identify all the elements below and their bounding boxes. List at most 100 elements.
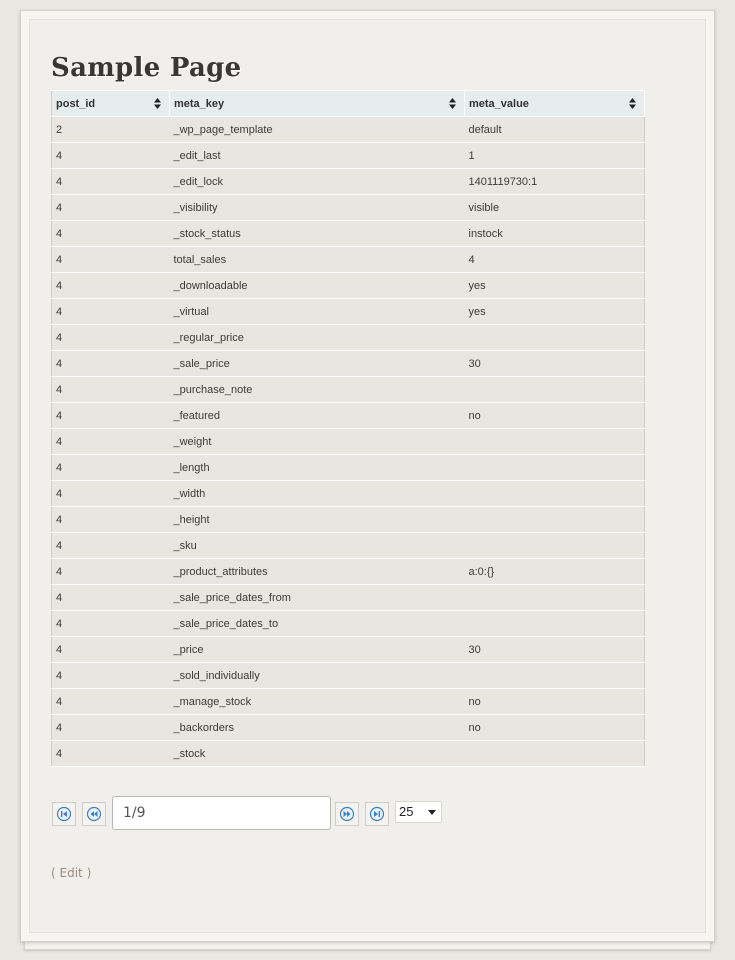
cell-post-id: 4 [51,246,170,273]
cell-meta-key: _edit_lock [169,168,465,195]
cell-meta-key: _sale_price_dates_to [169,610,465,637]
cell-meta-value: a:0:{} [464,558,645,585]
table-row: 4 _sale_price_dates_from [51,584,645,611]
table-row: 4 _backorders no [51,714,645,741]
cell-post-id: 4 [51,662,170,689]
cell-post-id: 4 [51,454,170,481]
cell-meta-key: _length [169,454,465,481]
next-page-icon [339,806,355,822]
cell-meta-key: _stock_status [169,220,465,247]
table-row: 4 _sold_individually [51,662,645,689]
cell-meta-key: _sale_price_dates_from [169,584,465,611]
table-row: 4 _sale_price_dates_to [51,610,645,637]
cell-post-id: 4 [51,324,170,351]
table-row: 4 _downloadable yes [51,272,645,299]
cell-post-id: 4 [51,142,170,169]
cell-meta-value [464,610,645,637]
cell-meta-key: _manage_stock [169,688,465,715]
page-size-value: 25 [399,804,414,819]
cell-meta-key: _sold_individually [169,662,465,689]
cell-meta-value [464,480,645,507]
cell-meta-key: _weight [169,428,465,455]
column-header-label: meta_key [174,97,225,110]
column-header-label: post_id [56,97,96,110]
column-header-post-id[interactable]: post_id [51,90,170,117]
cell-meta-value: default [464,116,645,143]
cell-meta-value: yes [464,272,645,299]
edit-close-paren: ) [86,866,92,880]
cell-meta-value [464,376,645,403]
cell-meta-key: _wp_page_template [169,116,465,143]
cell-meta-key: _regular_price [169,324,465,351]
table-row: 4 _virtual yes [51,298,645,325]
table-row: 4 total_sales 4 [51,246,645,273]
cell-meta-value: 4 [464,246,645,273]
table-row: 4 _edit_lock 1401119730:1 [51,168,645,195]
sort-arrows-icon [449,98,456,109]
cell-meta-value: 30 [464,350,645,377]
table-row: 4 _stock_status instock [51,220,645,247]
prev-page-icon [86,806,102,822]
cell-meta-value: no [464,714,645,741]
cell-meta-key: _featured [169,402,465,429]
cell-meta-value: instock [464,220,645,247]
pagination-bar: 1/9 25 [51,796,471,832]
main-content: Sample Page post_id meta_key meta_value [51,50,645,767]
sort-arrows-icon [629,98,636,109]
cell-meta-key: _width [169,480,465,507]
last-page-button[interactable] [365,802,389,826]
cell-post-id: 4 [51,610,170,637]
first-page-icon [56,806,72,822]
table-row: 4 _sku [51,532,645,559]
table-row: 4 _width [51,480,645,507]
cell-post-id: 4 [51,220,170,247]
table-header-row: post_id meta_key meta_value [51,90,645,117]
cell-meta-value [464,584,645,611]
cell-post-id: 4 [51,714,170,741]
cell-post-id: 2 [51,116,170,143]
cell-post-id: 4 [51,584,170,611]
cell-meta-key: _purchase_note [169,376,465,403]
cell-meta-value: 1 [464,142,645,169]
table-row: 4 _edit_last 1 [51,142,645,169]
cell-meta-key: total_sales [169,246,465,273]
cell-meta-key: _height [169,506,465,533]
cell-meta-value [464,428,645,455]
table-row: 4 _weight [51,428,645,455]
cell-post-id: 4 [51,636,170,663]
next-page-button[interactable] [335,802,359,826]
cell-post-id: 4 [51,194,170,221]
cell-post-id: 4 [51,532,170,559]
table-row: 4 _height [51,506,645,533]
cell-meta-value [464,532,645,559]
cell-meta-value: no [464,402,645,429]
table-row: 4 _sale_price 30 [51,350,645,377]
cell-post-id: 4 [51,168,170,195]
page-number-input[interactable]: 1/9 [112,796,331,830]
edit-open-paren: ( [51,866,56,880]
cell-meta-key: _downloadable [169,272,465,299]
cell-meta-key: _product_attributes [169,558,465,585]
cell-meta-value [464,740,645,767]
cell-meta-value: 30 [464,636,645,663]
cell-post-id: 4 [51,480,170,507]
table-body: 2 _wp_page_template default 4 _edit_last 1 4 _e… [51,116,645,767]
page-size-select[interactable]: 25 [395,801,442,823]
cell-post-id: 4 [51,402,170,429]
column-header-meta-value[interactable]: meta_value [464,90,645,117]
edit-link[interactable]: Edit [60,866,83,880]
first-page-button[interactable] [52,802,76,826]
column-header-meta-key[interactable]: meta_key [169,90,465,117]
cell-meta-value: no [464,688,645,715]
cell-post-id: 4 [51,688,170,715]
cell-meta-value [464,454,645,481]
table-row: 4 _length [51,454,645,481]
table-row: 4 _price 30 [51,636,645,663]
cell-post-id: 4 [51,376,170,403]
last-page-icon [369,806,385,822]
cell-post-id: 4 [51,506,170,533]
cell-meta-value: visible [464,194,645,221]
cell-meta-key: _price [169,636,465,663]
prev-page-button[interactable] [82,802,106,826]
cell-post-id: 4 [51,740,170,767]
